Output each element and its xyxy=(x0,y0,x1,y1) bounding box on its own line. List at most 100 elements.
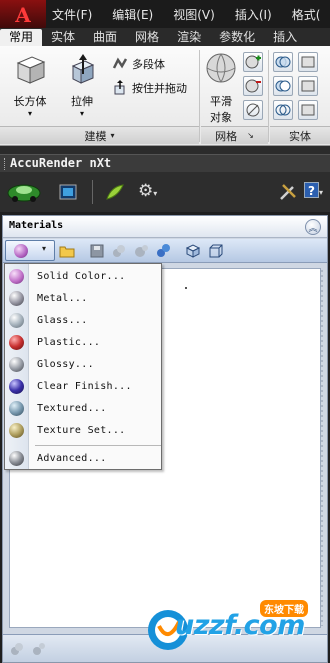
toolbar-separator xyxy=(92,180,93,204)
ribbon-separator xyxy=(199,50,200,142)
solid-edit-tool-2-button[interactable] xyxy=(298,52,318,72)
tab-solid[interactable]: 实体 xyxy=(42,29,84,46)
ribbon-separator xyxy=(268,50,269,142)
accurender-titlebar[interactable]: AccuRender nXt xyxy=(0,154,330,172)
menu-item-plastic[interactable]: Plastic... xyxy=(5,331,163,353)
texture-set-sphere-icon xyxy=(9,422,24,438)
help-button[interactable]: ? ▾ xyxy=(304,182,328,202)
menu-item-glass[interactable]: Glass... xyxy=(5,309,163,331)
presspull-button[interactable]: 按住并拖动 xyxy=(112,80,187,96)
menu-item-label: Texture Set... xyxy=(37,424,126,436)
collapse-up-icon[interactable]: ︽ xyxy=(305,219,321,235)
mesh-tool-1-button[interactable] xyxy=(243,52,263,72)
panel-modeling-title[interactable]: 建模 ▾ xyxy=(0,126,199,144)
vertical-scrollbar[interactable] xyxy=(319,270,325,626)
union-icon xyxy=(275,56,291,68)
menu-item-advanced[interactable]: Advanced... xyxy=(5,447,163,469)
solid-edit-subtract-button[interactable] xyxy=(273,76,293,96)
intersect-icon xyxy=(275,104,291,116)
mesh-add-icon xyxy=(245,55,261,69)
plant-leaf-icon[interactable] xyxy=(104,182,126,202)
smooth-object-label-line1: 平滑 xyxy=(210,95,232,108)
assign-material-icon[interactable] xyxy=(155,243,171,259)
polysolid-button[interactable]: 多段体 xyxy=(112,56,165,72)
menu-item-label: Metal... xyxy=(37,292,88,304)
menu-items: 文件(F) 编辑(E) 视图(V) 插入(I) 格式( xyxy=(52,0,330,28)
menu-item-label: Clear Finish... xyxy=(37,380,132,392)
menu-file[interactable]: 文件(F) xyxy=(52,6,92,23)
solid-edit-tool-6-button[interactable] xyxy=(298,100,318,120)
copy-material-icon[interactable] xyxy=(111,243,127,259)
menu-item-metal[interactable]: Metal... xyxy=(5,287,163,309)
content-dot xyxy=(185,287,187,289)
textured-sphere-icon xyxy=(9,400,24,416)
bottom-spheres-2-icon[interactable] xyxy=(31,641,47,657)
solid-edit-tool-4-button[interactable] xyxy=(298,76,318,96)
extrude-button[interactable]: 拉伸 ▾ xyxy=(62,52,102,118)
save-icon[interactable] xyxy=(89,243,105,259)
solid-color-sphere-icon xyxy=(9,268,24,284)
bottom-spheres-icon[interactable] xyxy=(9,641,25,657)
mesh-tool-2-button[interactable] xyxy=(243,76,263,96)
render-car-icon[interactable] xyxy=(6,180,42,204)
settings-gear-icon[interactable]: ⚙▾ xyxy=(138,181,164,203)
clear-finish-sphere-icon xyxy=(9,378,24,394)
materials-toolbar: ▾ xyxy=(3,239,327,263)
menu-item-textured[interactable]: Textured... xyxy=(5,397,163,419)
tab-insert[interactable]: 插入 xyxy=(264,29,306,46)
tab-mesh[interactable]: 网格 xyxy=(126,29,168,46)
menu-item-clear-finish[interactable]: Clear Finish... xyxy=(5,375,163,397)
new-material-dropdown-button[interactable]: ▾ xyxy=(5,240,55,261)
tab-render[interactable]: 渲染 xyxy=(168,29,210,46)
box-label: 长方体 xyxy=(13,95,47,108)
metal-sphere-icon xyxy=(9,290,24,306)
glass-sphere-icon xyxy=(9,312,24,328)
menu-item-label: Plastic... xyxy=(37,336,101,348)
advanced-sphere-icon xyxy=(9,450,24,466)
box-icon xyxy=(16,56,46,84)
menu-bar: A 文件(F) 编辑(E) 视图(V) 插入(I) 格式( xyxy=(0,0,330,30)
autocad-logo-icon: A xyxy=(15,3,31,27)
menu-item-glossy[interactable]: Glossy... xyxy=(5,353,163,375)
tools-icon[interactable] xyxy=(278,182,298,202)
panel-solid-edit-title[interactable]: 实体 xyxy=(270,126,330,144)
menu-item-label: Glossy... xyxy=(37,358,94,370)
solid-edit-intersect-button[interactable] xyxy=(273,100,293,120)
materials-header: Materials ︽ xyxy=(3,216,327,238)
material-sphere-icon xyxy=(14,244,28,258)
panel-mesh-label: 网格 xyxy=(215,129,238,143)
tab-home[interactable]: 常用 xyxy=(0,29,43,46)
accurender-title: AccuRender nXt xyxy=(10,156,112,170)
menu-view[interactable]: 视图(V) xyxy=(173,6,215,23)
mesh-tool-3-button[interactable] xyxy=(243,100,263,120)
menu-edit[interactable]: 编辑(E) xyxy=(112,6,153,23)
menu-item-solid-color[interactable]: Solid Color... xyxy=(5,265,163,287)
menu-format[interactable]: 格式( xyxy=(292,6,321,23)
menu-item-label: Glass... xyxy=(37,314,88,326)
application-button[interactable]: A xyxy=(0,0,46,30)
extrude-dropdown-arrow-icon: ▾ xyxy=(79,109,84,118)
subtract-icon xyxy=(275,80,291,92)
smooth-object-button[interactable]: 平滑 对象 xyxy=(203,52,239,125)
smooth-object-icon xyxy=(206,53,236,83)
polysolid-label: 多段体 xyxy=(132,58,165,71)
smooth-object-label-line2: 对象 xyxy=(210,111,232,124)
solid-edit-union-button[interactable] xyxy=(273,52,293,72)
menu-insert[interactable]: 插入(I) xyxy=(235,6,272,23)
edit-material-icon[interactable] xyxy=(133,243,149,259)
materials-title: Materials xyxy=(9,220,64,231)
ribbon-panel: 长方体 ▾ 拉伸 ▾ 多段体 按住并拖动 建模 ▾ 平滑 对象 网格 ↘ 实体 xyxy=(0,46,330,146)
cube-view-icon[interactable] xyxy=(185,243,201,259)
tab-parametric[interactable]: 参数化 xyxy=(210,29,264,46)
tab-surface[interactable]: 曲面 xyxy=(84,29,126,46)
open-folder-icon[interactable] xyxy=(59,243,75,259)
panel-mesh-title[interactable]: 网格 ↘ xyxy=(201,126,268,144)
panel-solid-edit-label: 实体 xyxy=(289,129,311,143)
autocad-window: A 文件(F) 编辑(E) 视图(V) 插入(I) 格式( 常用 实体 曲面 网… xyxy=(0,0,330,663)
menu-item-texture-set[interactable]: Texture Set... xyxy=(5,419,163,441)
cube-wire-icon[interactable] xyxy=(207,243,223,259)
render-window-icon[interactable] xyxy=(58,182,78,202)
box-button[interactable]: 长方体 ▾ xyxy=(8,52,52,118)
presspull-icon xyxy=(114,80,125,95)
palette-grip-icon[interactable] xyxy=(4,158,6,170)
